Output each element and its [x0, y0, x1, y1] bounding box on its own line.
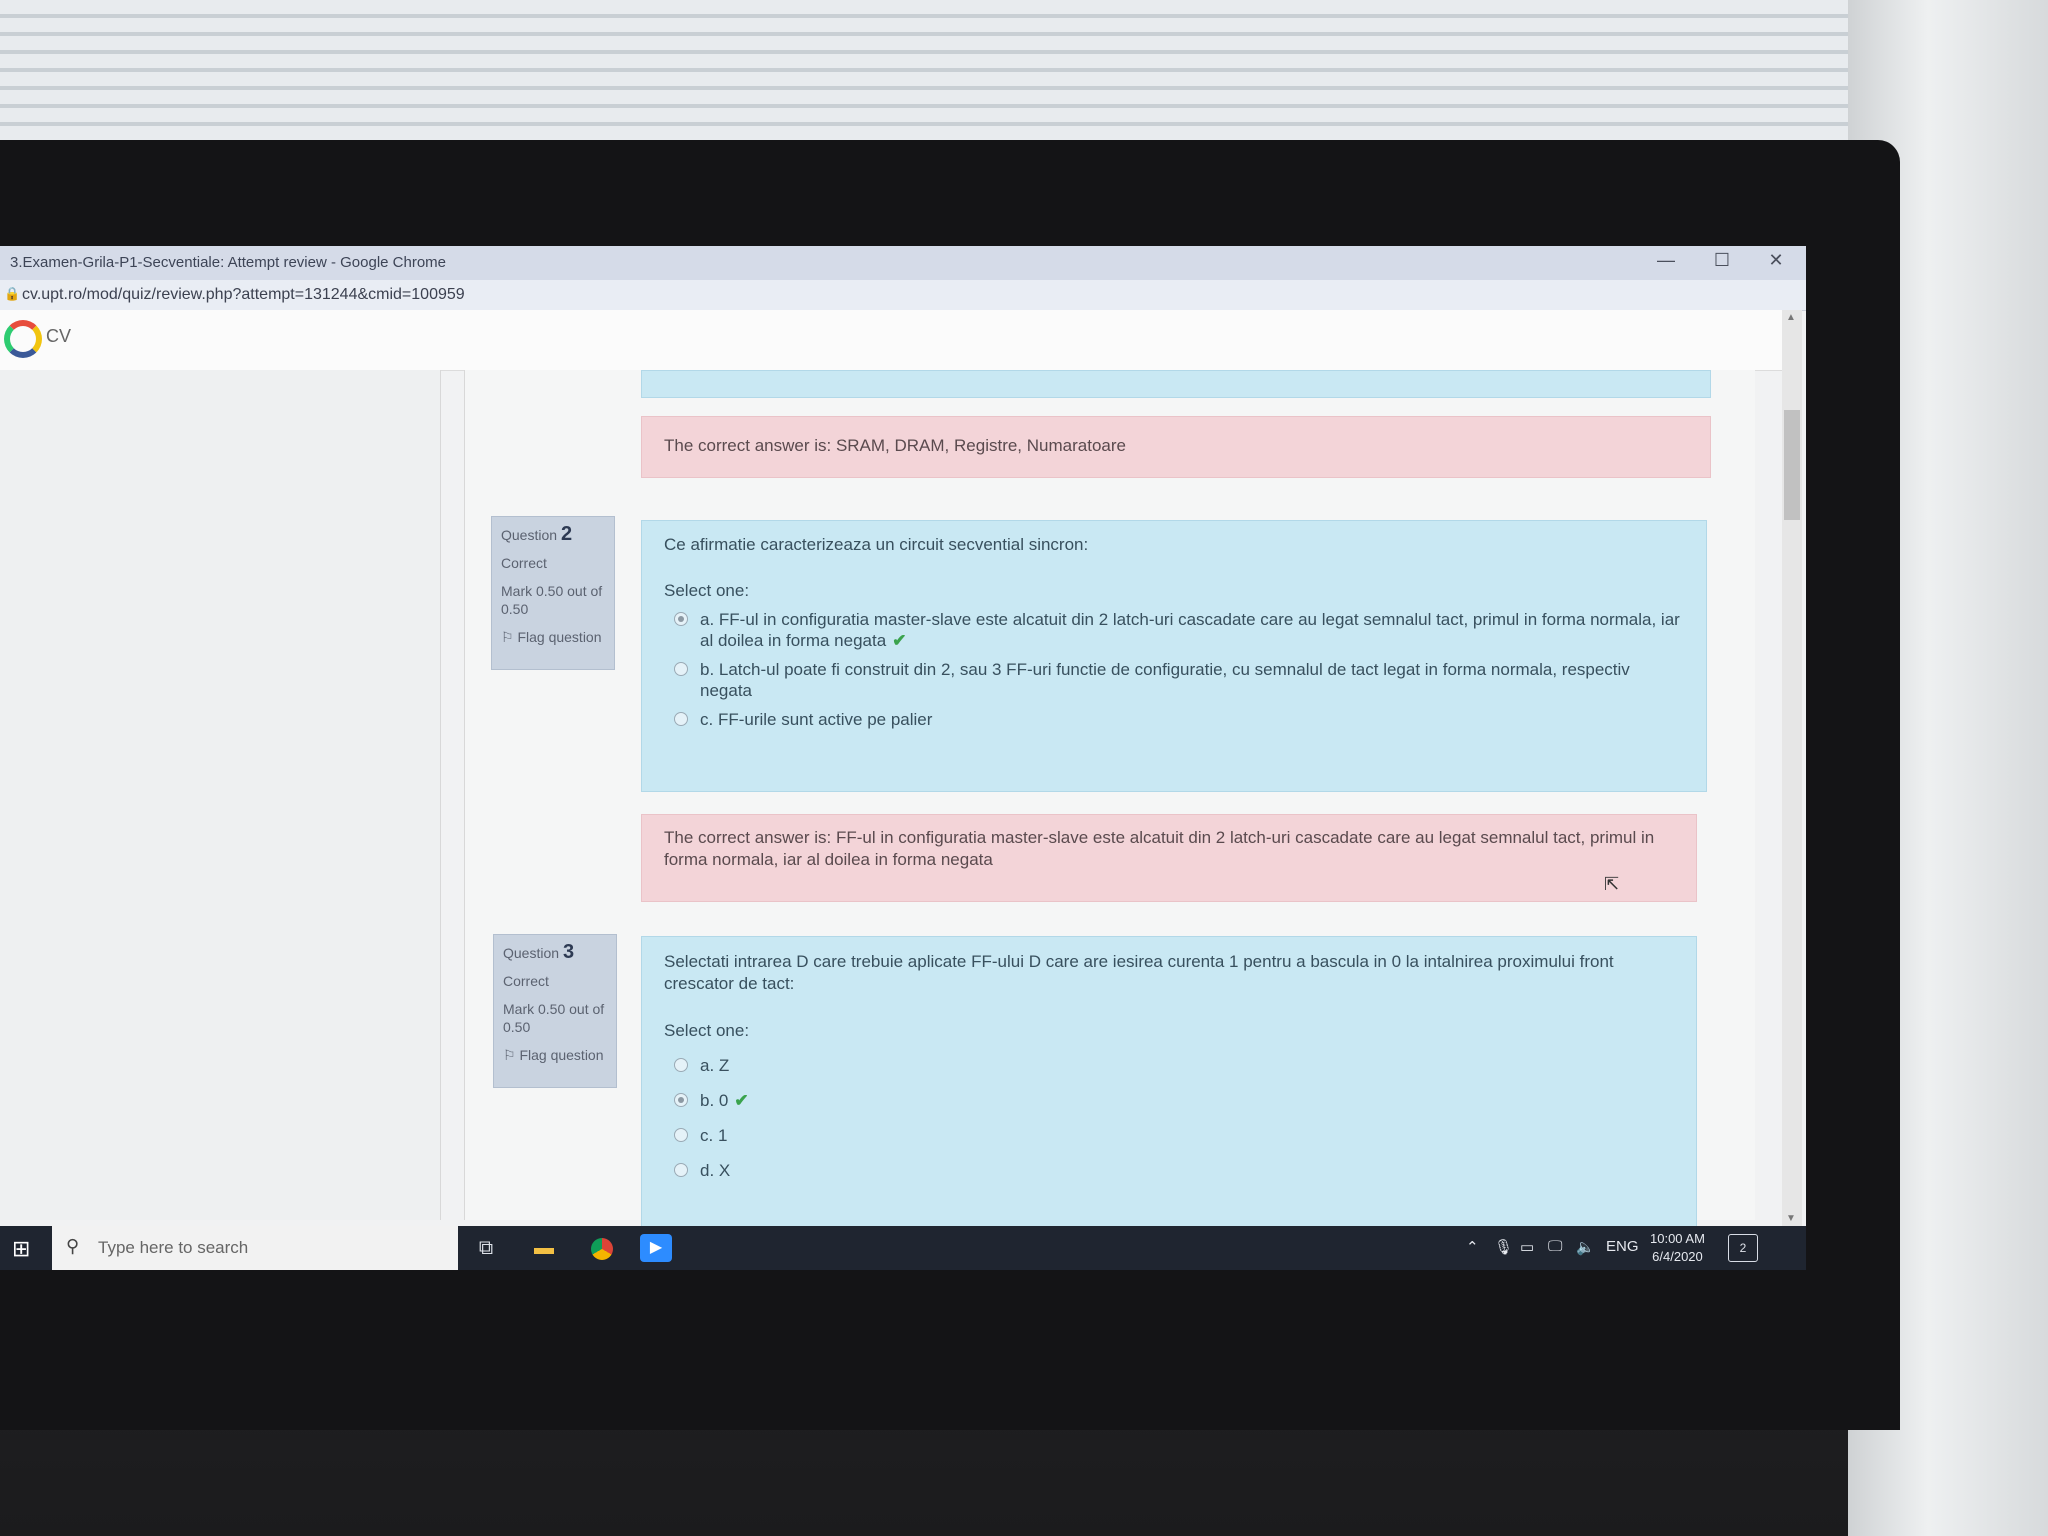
question2-formulation: Ce afirmatie caracterizeaza un circuit s… — [641, 520, 1707, 792]
task-view-icon[interactable]: ⧉ — [466, 1232, 506, 1264]
mouse-cursor-icon: ⇱ — [1604, 874, 1620, 894]
answer-option[interactable]: c. 1 — [674, 1125, 1674, 1146]
radio-button[interactable] — [674, 1163, 688, 1177]
site-logo-text[interactable]: CV — [46, 326, 71, 347]
radio-button[interactable] — [674, 712, 688, 726]
window-title: 3.Examen-Grila-P1-Secventiale: Attempt r… — [10, 254, 447, 271]
question2-info: Question 2 Correct Mark 0.50 out of 0.50 … — [491, 516, 615, 670]
left-column — [0, 370, 441, 1220]
maximize-button[interactable]: ☐ — [1702, 250, 1742, 271]
volume-icon[interactable]: 🔈 — [1576, 1238, 1595, 1256]
question2-grade: Mark 0.50 out of 0.50 — [501, 583, 603, 617]
file-explorer-icon[interactable]: ▬ — [524, 1232, 564, 1264]
lock-icon: 🔒 — [4, 286, 21, 301]
network-icon[interactable]: 🖵 — [1548, 1238, 1562, 1255]
scrollbar-thumb[interactable] — [1784, 410, 1800, 520]
taskbar-clock[interactable]: 10:00 AM 6/4/2020 — [1650, 1230, 1705, 1266]
question2-number: Question 2 — [501, 523, 573, 545]
answer-option[interactable]: c. FF-urile sunt active pe palier — [674, 709, 1684, 730]
checkmark-icon: ✔ — [734, 1091, 749, 1110]
windows-taskbar: ⊞ ⚲ Type here to search ⧉ ▬ ▶ ⌃ 🎙 ▭ 🖵 🔈 … — [0, 1226, 1806, 1270]
search-placeholder: Type here to search — [98, 1238, 249, 1257]
question3-state: Correct — [503, 973, 549, 989]
clock-date: 6/4/2020 — [1652, 1249, 1703, 1264]
radio-selected[interactable] — [674, 612, 688, 626]
answer-option[interactable]: b. Latch-ul poate fi construit din 2, sa… — [674, 659, 1684, 701]
question3-info: Question 3 Correct Mark 0.50 out of 0.50 … — [493, 934, 617, 1088]
radio-selected[interactable] — [674, 1093, 688, 1107]
radio-button[interactable] — [674, 1128, 688, 1142]
question3-grade: Mark 0.50 out of 0.50 — [503, 1001, 605, 1035]
question3-number: Question 3 — [503, 941, 575, 963]
question3-formulation: Selectati intrarea D care trebuie aplica… — [641, 936, 1697, 1236]
answer-option[interactable]: a. FF-ul in configuratia master-slave es… — [674, 609, 1684, 651]
site-header: CV — [0, 310, 1786, 371]
question3-text: Selectati intrarea D care trebuie aplica… — [664, 952, 1614, 993]
flag-icon: ⚐ — [503, 1047, 516, 1063]
clock-time: 10:00 AM — [1650, 1231, 1705, 1246]
radio-button[interactable] — [674, 1058, 688, 1072]
chrome-icon[interactable] — [582, 1232, 622, 1264]
page-scrollbar[interactable]: ▲ ▼ — [1782, 310, 1802, 1226]
language-indicator[interactable]: ENG — [1606, 1238, 1639, 1255]
question2-text: Ce afirmatie caracterizeaza un circuit s… — [664, 535, 1089, 554]
windows-start-icon[interactable]: ⊞ — [12, 1236, 30, 1262]
scroll-down-icon[interactable]: ▼ — [1786, 1213, 1796, 1224]
taskbar-search-box[interactable]: ⚲ Type here to search — [52, 1226, 458, 1270]
microphone-icon[interactable]: 🎙 — [1494, 1238, 1513, 1256]
question3-flag[interactable]: ⚐ Flag question — [503, 1046, 607, 1064]
answer-option[interactable]: b. 0 ✔ — [674, 1090, 1674, 1111]
zoom-icon[interactable]: ▶ — [640, 1234, 672, 1262]
answer-option[interactable]: a. Z — [674, 1055, 1674, 1076]
question3-select-one: Select one: — [664, 1021, 750, 1040]
address-bar[interactable]: 🔒 cv.upt.ro/mod/quiz/review.php?attempt=… — [0, 280, 1806, 311]
question2-flag[interactable]: ⚐ Flag question — [501, 628, 605, 646]
main-region: The correct answer is: SRAM, DRAM, Regis… — [464, 370, 1755, 1236]
question2-correct-answer: The correct answer is: FF-ul in configur… — [664, 828, 1655, 869]
radio-button[interactable] — [674, 662, 688, 676]
answer-option[interactable]: d. X — [674, 1160, 1674, 1181]
search-icon: ⚲ — [66, 1236, 80, 1256]
close-button[interactable]: ✕ — [1756, 250, 1796, 271]
site-logo-icon[interactable] — [4, 320, 42, 358]
notification-center-icon[interactable]: 2 — [1728, 1234, 1758, 1262]
question2-outcome: The correct answer is: FF-ul in configur… — [641, 814, 1697, 902]
question2-select-one: Select one: — [664, 581, 750, 600]
url-text[interactable]: cv.upt.ro/mod/quiz/review.php?attempt=13… — [22, 286, 465, 304]
question1-outcome: The correct answer is: SRAM, DRAM, Regis… — [641, 416, 1711, 478]
question2-state: Correct — [501, 555, 547, 571]
checkmark-icon: ✔ — [892, 631, 907, 650]
screen: 3.Examen-Grila-P1-Secventiale: Attempt r… — [0, 246, 1806, 1270]
browser-titlebar: 3.Examen-Grila-P1-Secventiale: Attempt r… — [0, 246, 1806, 280]
question1-formulation — [641, 370, 1711, 398]
tray-chevron-icon[interactable]: ⌃ — [1466, 1238, 1479, 1256]
laptop-bezel: 3.Examen-Grila-P1-Secventiale: Attempt r… — [0, 140, 1900, 1430]
battery-icon[interactable]: ▭ — [1520, 1238, 1534, 1256]
flag-icon: ⚐ — [501, 629, 514, 645]
scroll-up-icon[interactable]: ▲ — [1786, 312, 1796, 323]
minimize-button[interactable]: — — [1646, 250, 1686, 271]
question1-correct-answer: The correct answer is: SRAM, DRAM, Regis… — [664, 436, 1126, 455]
